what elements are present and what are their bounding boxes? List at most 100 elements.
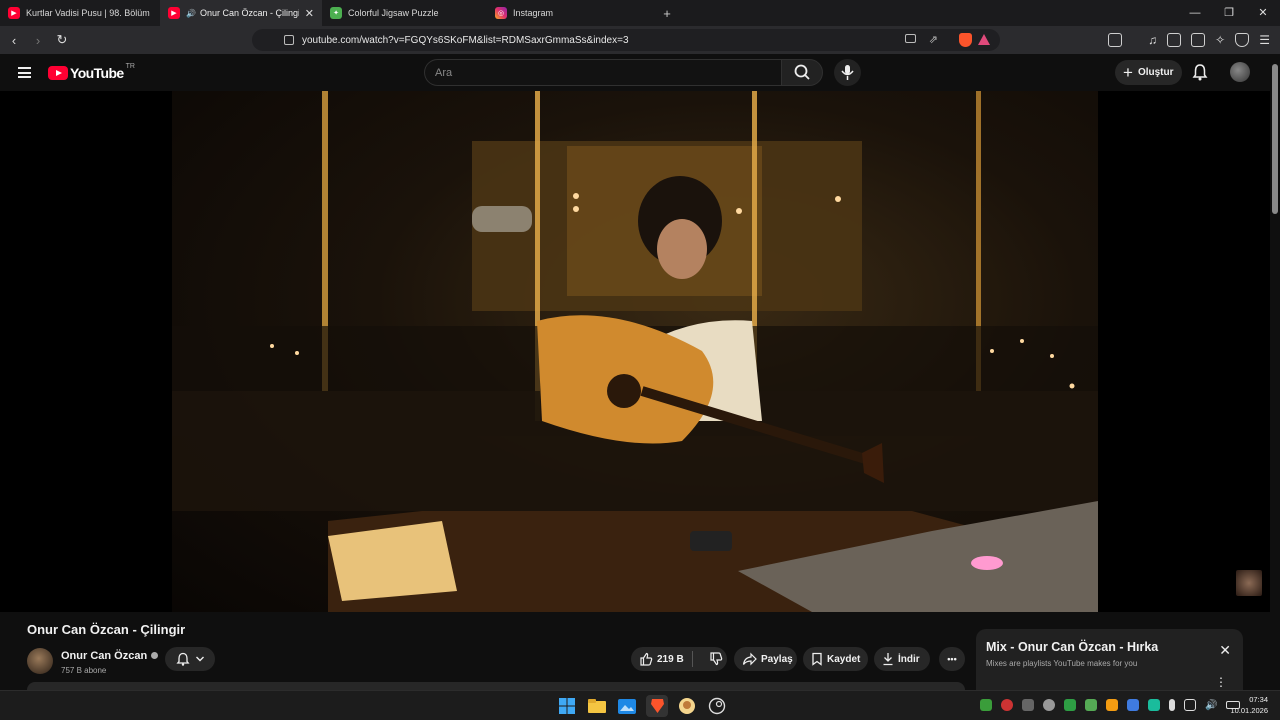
share-icon: [742, 652, 757, 666]
browser-tab-strip: ▶ Kurtlar Vadisi Pusu | 98. Bölüm | Yüks…: [0, 0, 1280, 26]
brave-shields-icon[interactable]: [959, 33, 972, 47]
puzzle-favicon-icon: ✦: [330, 7, 342, 19]
browser-tab[interactable]: ▶ Kurtlar Vadisi Pusu | 98. Bölüm | Yüks: [0, 0, 160, 26]
like-divider: [691, 651, 693, 667]
mix-more-icon[interactable]: ⋮: [1215, 675, 1227, 689]
tray-nvidia-icon[interactable]: [980, 699, 992, 711]
forward-icon[interactable]: ›: [28, 33, 48, 48]
voice-search-button[interactable]: [834, 59, 861, 86]
tray-mic-icon[interactable]: [1169, 699, 1175, 711]
tray-app-icon[interactable]: [1064, 699, 1076, 711]
tray-app-icon[interactable]: [1043, 699, 1055, 711]
tab-title: Onur Can Özcan - Çilingir - Yo: [199, 8, 299, 18]
tray-volume-icon[interactable]: 🔊: [1205, 700, 1217, 711]
hamburger-menu-icon[interactable]: [18, 67, 31, 78]
tray-app-icon[interactable]: [1148, 699, 1160, 711]
restore-icon[interactable]: ❐: [1212, 0, 1246, 26]
chevron-down-icon: [195, 656, 204, 662]
floating-thumbnail[interactable]: [1236, 570, 1262, 596]
browser-tab[interactable]: ✦ Colorful Jigsaw Puzzle: [322, 0, 487, 26]
photos-app-icon[interactable]: [616, 695, 638, 717]
new-tab-button[interactable]: +: [656, 6, 678, 21]
download-label: İndir: [898, 653, 920, 665]
page-scrollbar[interactable]: [1270, 54, 1280, 690]
steam-icon[interactable]: [706, 695, 728, 717]
brave-browser-icon[interactable]: [646, 695, 668, 717]
clock-date: 10.01.2026: [1230, 706, 1268, 715]
audio-playing-icon[interactable]: 🔊: [186, 9, 196, 18]
scrollbar-thumb[interactable]: [1272, 64, 1278, 214]
description-box[interactable]: [27, 682, 965, 690]
search-box: [424, 59, 782, 86]
save-label: Kaydet: [827, 653, 861, 665]
vpn-icon[interactable]: [1235, 33, 1250, 47]
windows-start-icon[interactable]: [556, 695, 578, 717]
channel-info: Onur Can Özcan 757 B abone: [27, 646, 159, 675]
mix-title[interactable]: Mix - Onur Can Özcan - Hırka: [986, 640, 1158, 654]
share-label: Paylaş: [761, 653, 793, 665]
subscription-bell-button[interactable]: [165, 647, 215, 671]
download-button[interactable]: İndir: [874, 647, 930, 671]
country-code: TR: [125, 62, 135, 70]
mix-subtitle: Mixes are playlists YouTube makes for yo…: [986, 659, 1138, 668]
account-avatar[interactable]: [1230, 62, 1250, 82]
video-title: Onur Can Özcan - Çilingir: [27, 622, 186, 637]
dislike-icon[interactable]: [709, 652, 723, 666]
screenshot-icon[interactable]: [1108, 33, 1123, 47]
create-button[interactable]: + Oluştur: [1115, 60, 1182, 85]
search-icon: [794, 64, 810, 80]
youtube-favicon-icon: ▶: [168, 7, 180, 19]
file-explorer-icon[interactable]: [586, 695, 608, 717]
youtube-wordmark: YouTube: [70, 65, 124, 81]
taskbar-clock[interactable]: 07:34 10.01.2026: [1230, 694, 1268, 716]
wallet-icon[interactable]: [1191, 33, 1206, 47]
site-info-icon[interactable]: [284, 35, 294, 45]
tray-app-icon[interactable]: [1001, 699, 1013, 711]
share-button[interactable]: Paylaş: [734, 647, 797, 671]
tray-app-icon[interactable]: [1127, 699, 1139, 711]
youtube-header: YouTube TR + Oluştur: [0, 54, 1280, 91]
tray-display-icon[interactable]: [1184, 699, 1196, 711]
video-player[interactable]: [0, 91, 1270, 612]
close-window-icon[interactable]: ✕: [1246, 0, 1280, 26]
notifications-bell-icon[interactable]: [1192, 63, 1208, 81]
verified-badge-icon: [151, 652, 159, 659]
clock-time: 07:34: [1249, 695, 1268, 704]
save-button[interactable]: Kaydet: [803, 647, 868, 671]
channel-avatar[interactable]: [27, 647, 53, 674]
menu-icon[interactable]: ☰: [1259, 33, 1270, 47]
back-icon[interactable]: ‹: [4, 33, 24, 48]
address-bar[interactable]: youtube.com/watch?v=FGQYs6SKoFM&list=RDM…: [252, 29, 1000, 51]
youtube-logo[interactable]: YouTube TR: [48, 62, 135, 81]
like-dislike-group: 219 B: [631, 647, 727, 671]
sidebar-icon[interactable]: [1167, 33, 1182, 47]
search-button[interactable]: [781, 59, 823, 86]
close-mix-icon[interactable]: ✕: [1219, 642, 1231, 659]
game-app-icon[interactable]: [676, 695, 698, 717]
cast-icon[interactable]: [905, 34, 916, 43]
share-page-icon[interactable]: ⇗: [929, 33, 938, 46]
youtube-favicon-icon: ▶: [8, 7, 20, 19]
leo-ai-icon[interactable]: ✧: [1215, 33, 1225, 47]
plus-icon: +: [1123, 62, 1133, 82]
reload-icon[interactable]: ↻: [52, 32, 72, 48]
like-icon[interactable]: [639, 652, 653, 666]
browser-tab-active[interactable]: ▶ 🔊 Onur Can Özcan - Çilingir - Yo ✕: [160, 0, 322, 26]
minimize-icon[interactable]: —: [1178, 0, 1212, 26]
channel-name[interactable]: Onur Can Özcan: [61, 650, 147, 662]
like-count[interactable]: 219 B: [657, 654, 684, 665]
subscriber-count: 757 B abone: [61, 666, 107, 675]
tray-app-icon[interactable]: [1106, 699, 1118, 711]
youtube-play-logo-icon: [48, 66, 68, 80]
browser-tab[interactable]: ◎ Instagram: [487, 0, 652, 26]
close-tab-icon[interactable]: ✕: [305, 7, 314, 20]
more-actions-button[interactable]: •••: [939, 647, 965, 671]
media-icon[interactable]: ♫: [1148, 33, 1157, 47]
tray-app-icon[interactable]: [1022, 699, 1034, 711]
instagram-favicon-icon: ◎: [495, 7, 507, 19]
tab-title: Instagram: [513, 8, 554, 18]
brave-rewards-icon[interactable]: [978, 34, 990, 45]
window-controls: — ❐ ✕: [1178, 0, 1280, 26]
tray-app-icon[interactable]: [1085, 699, 1097, 711]
search-input[interactable]: [425, 60, 782, 85]
